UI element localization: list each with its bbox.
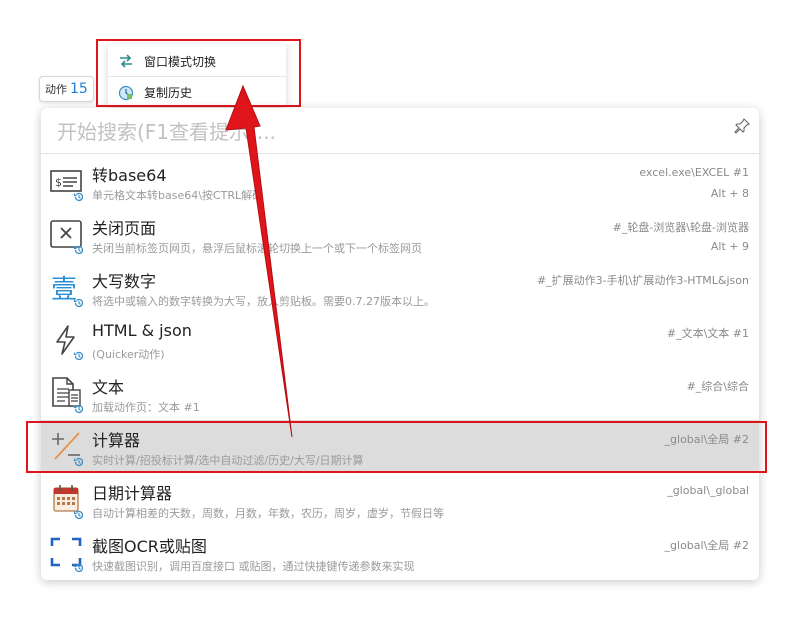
action-description: 将选中或输入的数字转换为大写，放入剪贴板。需要0.7.27版本以上。 [92, 295, 435, 308]
action-source: #_综合\综合 [686, 380, 749, 393]
search-bar [41, 108, 759, 154]
action-description: 单元格文本转base64\按CTRL解码 [92, 189, 264, 202]
selected-row-highlight-box [26, 421, 767, 473]
action-hotkey: Alt + 9 [710, 240, 749, 253]
popup-highlight-box [96, 39, 301, 107]
action-row[interactable]: HTML & json (Quicker动作) #_文本\文本 #1 [41, 314, 759, 367]
history-icon [73, 559, 85, 573]
action-source: #_轮盘-浏览器\轮盘-浏览器 [612, 221, 749, 234]
search-input[interactable] [57, 116, 717, 148]
action-source: _global\全局 #2 [664, 539, 749, 552]
action-row[interactable]: 关闭页面 关闭当前标签页网页，悬浮后鼠标滚轮切换上一个或下一个标签网页 #_轮盘… [41, 208, 759, 261]
action-source: excel.exe\EXCEL #1 [639, 166, 749, 179]
history-icon [73, 506, 85, 520]
action-source: #_文本\文本 #1 [666, 327, 749, 340]
history-icon [73, 347, 85, 361]
history-icon [73, 241, 85, 255]
action-title: 日期计算器 [92, 484, 173, 503]
action-row[interactable]: 文本 加载动作页：文本 #1 #_综合\综合 [41, 367, 759, 420]
action-description: 快速截图识别，调用百度接口 或贴图，通过快捷键传递参数来实现 [92, 560, 415, 573]
action-title: 关闭页面 [92, 219, 157, 238]
badge-count: 15 [70, 81, 88, 97]
history-icon [73, 294, 85, 308]
svg-text:$: $ [55, 176, 62, 189]
action-description: 加载动作页：文本 #1 [92, 401, 200, 414]
action-hotkey: Alt + 8 [710, 187, 749, 200]
action-title: HTML & json [92, 321, 192, 340]
action-count-badge[interactable]: 动作 15 [39, 76, 94, 102]
history-icon [73, 400, 85, 414]
search-panel: $ 转base64 单元格文本转base64\按CTRL解码 excel.exe… [41, 108, 759, 580]
action-title: 大写数字 [92, 272, 157, 291]
action-description: 自动计算相差的天数，周数，月数，年数，农历，周岁，虚岁，节假日等 [92, 507, 444, 520]
action-row[interactable]: $ 转base64 单元格文本转base64\按CTRL解码 excel.exe… [41, 155, 759, 208]
action-list: $ 转base64 单元格文本转base64\按CTRL解码 excel.exe… [41, 155, 759, 579]
action-title: 截图OCR或贴图 [92, 537, 207, 556]
action-source: #_扩展动作3-手机\扩展动作3-HTML&json [536, 274, 749, 287]
history-icon [73, 188, 85, 202]
action-source: _global\_global [667, 484, 749, 497]
action-row[interactable]: 日期计算器 自动计算相差的天数，周数，月数，年数，农历，周岁，虚岁，节假日等 _… [41, 473, 759, 526]
action-description: (Quicker动作) [92, 348, 165, 361]
action-title: 文本 [92, 378, 125, 397]
action-row[interactable]: 截图OCR或贴图 快速截图识别，调用百度接口 或贴图，通过快捷键传递参数来实现 … [41, 526, 759, 579]
action-row[interactable]: 壹 大写数字 将选中或输入的数字转换为大写，放入剪贴板。需要0.7.27版本以上… [41, 261, 759, 314]
action-title: 转base64 [92, 166, 167, 185]
pin-icon[interactable] [733, 117, 751, 135]
badge-label: 动作 [45, 83, 67, 96]
action-description: 关闭当前标签页网页，悬浮后鼠标滚轮切换上一个或下一个标签网页 [92, 242, 422, 255]
